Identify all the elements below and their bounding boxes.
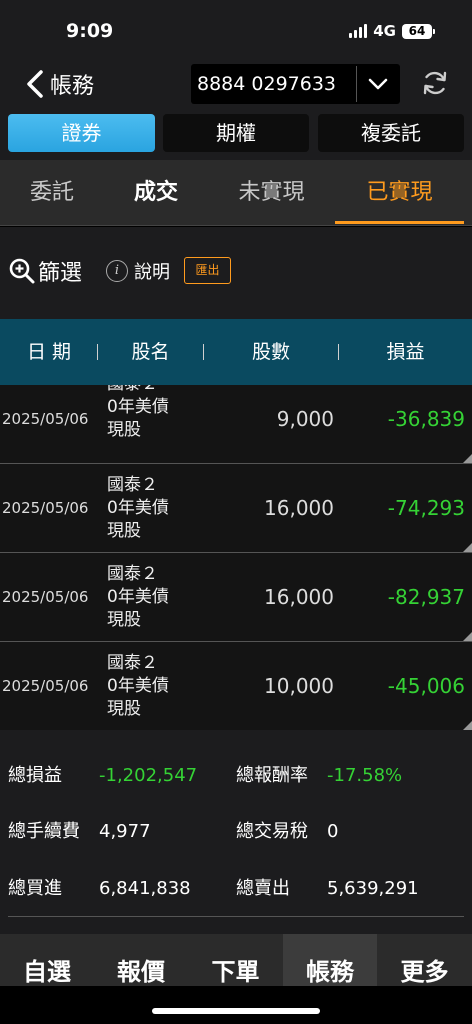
stock-name-line: 0年美債 <box>107 498 169 518</box>
total-pnl-value: -1,202,547 <box>99 765 198 786</box>
row-pnl: -45,006 <box>387 674 465 698</box>
return-rate-label: 總報酬率 <box>236 765 308 786</box>
row-quantity: 16,000 <box>264 496 334 520</box>
row-pnl: -82,937 <box>387 585 465 609</box>
stock-type: 現股 <box>107 521 141 541</box>
row-quantity: 16,000 <box>264 585 334 609</box>
total-fee-label: 總手續費 <box>8 821 80 842</box>
row-date: 2025/05/06 <box>2 677 89 695</box>
network-label: 4G <box>373 22 396 40</box>
divider <box>8 916 464 917</box>
row-corner-marker <box>463 543 472 552</box>
row-stock-name: 國泰２ 0年美債 現股 <box>107 474 187 543</box>
info-button[interactable]: i 說明 <box>106 258 170 284</box>
tab-bar: 委託 成交 未實現 已實現 <box>0 160 472 226</box>
info-label: 說明 <box>134 262 170 283</box>
tab-orders[interactable]: 委託 <box>0 160 104 226</box>
row-stock-name: 國泰２ 0年美債 現股 <box>107 652 187 721</box>
stock-type: 現股 <box>107 610 141 630</box>
table-row[interactable]: 2025/05/06 國泰２ 0年美債 現股 16,000 -82,937 <box>0 553 472 642</box>
back-button[interactable]: 帳務 <box>24 66 94 102</box>
row-date: 2025/05/06 <box>2 410 89 428</box>
segment-securities[interactable]: 證券 <box>8 114 155 152</box>
total-fee-value: 4,977 <box>99 821 151 842</box>
app-header: 帳務 8884 0297633 <box>0 62 472 108</box>
table-row[interactable]: 2025/05/06 國泰２ 0年美債 現股 16,000 -74,293 <box>0 464 472 553</box>
column-header-quantity[interactable]: 股數 <box>204 319 338 385</box>
row-date: 2025/05/06 <box>2 588 89 606</box>
filter-button[interactable]: 篩選 <box>8 255 82 287</box>
table-row[interactable]: 2025/05/06 國泰２ 0年美債 現股 9,000 -36,839 <box>0 385 472 464</box>
row-pnl: -74,293 <box>387 496 465 520</box>
row-date: 2025/05/06 <box>2 499 89 517</box>
total-buy-value: 6,841,838 <box>99 878 191 899</box>
total-sell-value: 5,639,291 <box>327 878 419 899</box>
stock-name-line: 國泰２ <box>107 475 158 495</box>
tab-realized[interactable]: 已實現 <box>335 160 464 226</box>
segment-subbrokerage[interactable]: 複委託 <box>318 114 464 152</box>
row-stock-name: 國泰２ 0年美債 現股 <box>107 385 187 442</box>
stock-name-line: 國泰２ <box>107 564 158 584</box>
row-corner-marker <box>463 721 472 730</box>
refresh-button[interactable] <box>420 68 450 98</box>
battery-icon: 64 <box>402 23 435 39</box>
return-rate-value: -17.58% <box>327 765 403 786</box>
table-row[interactable]: 2025/05/06 國泰２ 0年美債 現股 10,000 -45,006 <box>0 642 472 730</box>
total-pnl-label: 總損益 <box>8 765 62 786</box>
info-icon: i <box>106 260 128 282</box>
stock-name-line: 0年美債 <box>107 397 169 417</box>
column-header-name[interactable]: 股名 <box>98 319 203 385</box>
stock-name-line: 0年美債 <box>107 676 169 696</box>
account-number: 8884 0297633 <box>197 73 337 95</box>
stock-name-line: 國泰２ <box>107 653 158 673</box>
stock-name-line: 國泰２ <box>107 385 187 396</box>
total-buy-label: 總買進 <box>8 878 62 899</box>
column-header-pnl[interactable]: 損益 <box>339 319 472 385</box>
bottom-nav: 自選 報價 下單 帳務 更多 <box>0 934 472 1002</box>
account-select[interactable]: 8884 0297633 <box>191 64 400 104</box>
chevron-down-icon <box>357 78 399 90</box>
tab-unrealized[interactable]: 未實現 <box>208 160 335 226</box>
stock-name-line: 0年美債 <box>107 587 169 607</box>
stock-type: 現股 <box>107 420 141 440</box>
zoom-in-icon <box>9 258 35 284</box>
filter-bar: 篩選 i 說明 匯出 <box>0 227 472 319</box>
tab-active-indicator <box>335 221 464 224</box>
summary-panel: 總損益 -1,202,547 總報酬率 -17.58% 總手續費 4,977 總… <box>0 730 472 934</box>
status-bar: 9:09 4G 64 <box>0 0 472 62</box>
stock-type: 現股 <box>107 699 141 719</box>
filter-label: 篩選 <box>38 261 83 286</box>
row-stock-name: 國泰２ 0年美債 現股 <box>107 563 187 632</box>
chevron-left-icon <box>27 70 43 98</box>
signal-icon <box>349 24 368 38</box>
tab-trades[interactable]: 成交 <box>104 160 208 226</box>
refresh-icon <box>423 71 447 95</box>
row-corner-marker <box>463 632 472 641</box>
total-tax-label: 總交易稅 <box>236 821 308 842</box>
market-segments: 證券 期權 複委託 <box>0 108 472 160</box>
row-corner-marker <box>463 454 472 463</box>
total-sell-label: 總賣出 <box>236 878 290 899</box>
page-title: 帳務 <box>50 74 95 99</box>
export-button[interactable]: 匯出 <box>184 257 231 284</box>
row-quantity: 10,000 <box>264 674 334 698</box>
segment-options[interactable]: 期權 <box>163 114 309 152</box>
realized-table: 2025/05/06 國泰２ 0年美債 現股 9,000 -36,839 202… <box>0 385 472 730</box>
status-time: 9:09 <box>66 20 114 42</box>
column-header-date[interactable]: 日 期 <box>0 319 98 385</box>
home-area <box>0 986 472 1024</box>
status-indicators: 4G 64 <box>349 22 435 40</box>
row-quantity: 9,000 <box>276 407 334 431</box>
table-header: 日 期 股名 股數 損益 <box>0 319 472 385</box>
total-tax-value: 0 <box>327 821 339 842</box>
home-indicator[interactable] <box>152 1008 320 1014</box>
row-pnl: -36,839 <box>387 407 465 431</box>
